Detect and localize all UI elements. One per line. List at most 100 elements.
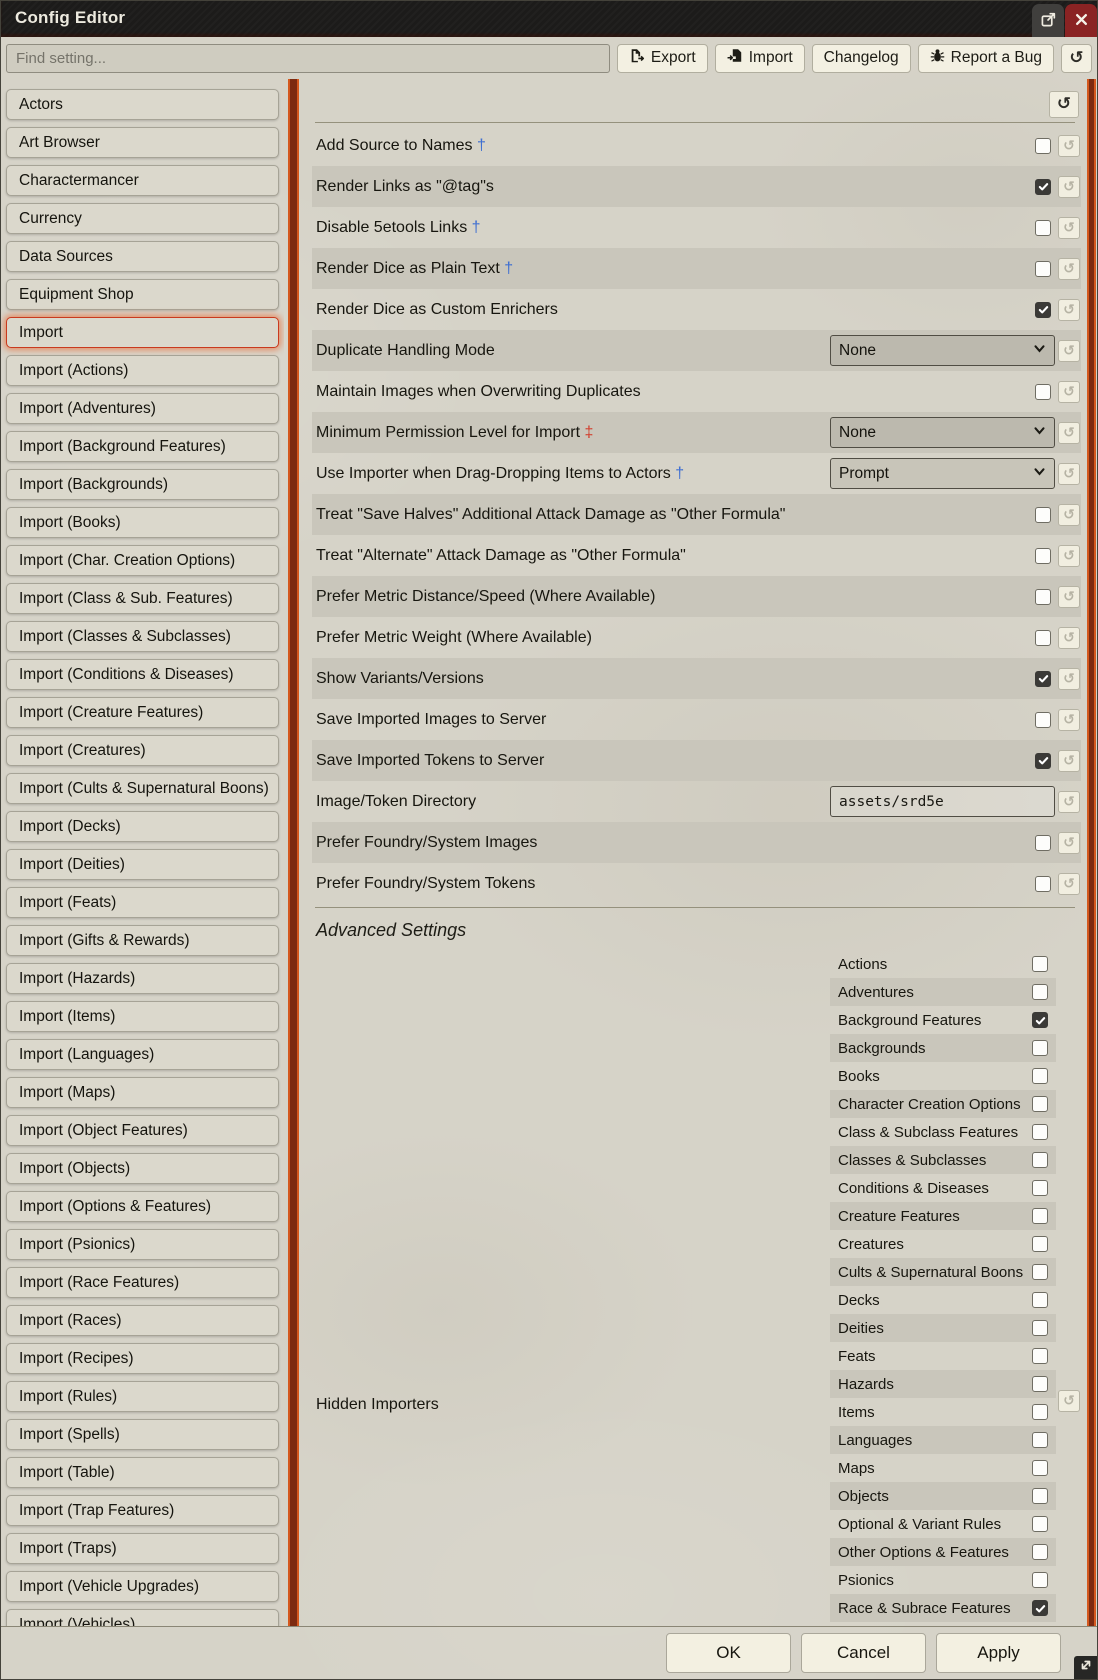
checkbox[interactable]: [1035, 835, 1051, 851]
row-reset-button[interactable]: ↺: [1058, 545, 1080, 567]
row-reset-button[interactable]: ↺: [1058, 381, 1080, 403]
row-reset-button[interactable]: ↺: [1058, 463, 1080, 485]
checkbox[interactable]: [1035, 507, 1051, 523]
checkbox[interactable]: [1032, 1376, 1048, 1392]
row-reset-button[interactable]: ↺: [1058, 258, 1080, 280]
search-input[interactable]: [6, 44, 610, 73]
checkbox[interactable]: [1032, 1264, 1048, 1280]
sidebar-item-import-creatures[interactable]: Import (Creatures): [6, 735, 279, 766]
sidebar-item-import-decks[interactable]: Import (Decks): [6, 811, 279, 842]
checkbox[interactable]: [1035, 138, 1051, 154]
checkbox[interactable]: [1032, 1152, 1048, 1168]
sidebar-item-import-backgrounds[interactable]: Import (Backgrounds): [6, 469, 279, 500]
select-dropdown[interactable]: Prompt: [830, 458, 1055, 489]
checkbox[interactable]: [1032, 1040, 1048, 1056]
sidebar-item-data-sources[interactable]: Data Sources: [6, 241, 279, 272]
checkbox[interactable]: [1032, 1012, 1048, 1028]
sidebar-item-import-conditions-diseases[interactable]: Import (Conditions & Diseases): [6, 659, 279, 690]
sidebar-item-import-class-sub-features[interactable]: Import (Class & Sub. Features): [6, 583, 279, 614]
checkbox[interactable]: [1035, 179, 1051, 195]
sidebar-item-import-vehicles[interactable]: Import (Vehicles): [6, 1609, 279, 1626]
sidebar-item-import-races[interactable]: Import (Races): [6, 1305, 279, 1336]
section-reset-button[interactable]: ↺: [1049, 91, 1079, 118]
checkbox[interactable]: [1032, 1124, 1048, 1140]
checkbox[interactable]: [1032, 1432, 1048, 1448]
row-reset-button[interactable]: ↺: [1058, 709, 1080, 731]
sidebar-item-import-char-creation-options[interactable]: Import (Char. Creation Options): [6, 545, 279, 576]
sidebar-item-import-feats[interactable]: Import (Feats): [6, 887, 279, 918]
checkbox[interactable]: [1032, 1544, 1048, 1560]
row-reset-button[interactable]: ↺: [1058, 176, 1080, 198]
checkbox[interactable]: [1035, 876, 1051, 892]
checkbox[interactable]: [1032, 1208, 1048, 1224]
sidebar-item-import-classes-subclasses[interactable]: Import (Classes & Subclasses): [6, 621, 279, 652]
row-reset-button[interactable]: ↺: [1058, 873, 1080, 895]
row-reset-button[interactable]: ↺: [1058, 422, 1080, 444]
sidebar-item-import-cults-supernatural-boons[interactable]: Import (Cults & Supernatural Boons): [6, 773, 279, 804]
sidebar-item-charactermancer[interactable]: Charactermancer: [6, 165, 279, 196]
checkbox[interactable]: [1032, 1096, 1048, 1112]
sidebar-item-import-languages[interactable]: Import (Languages): [6, 1039, 279, 1070]
sidebar-item-import[interactable]: Import: [6, 317, 279, 348]
sidebar-item-import-trap-features[interactable]: Import (Trap Features): [6, 1495, 279, 1526]
sidebar-item-art-browser[interactable]: Art Browser: [6, 127, 279, 158]
checkbox[interactable]: [1032, 1600, 1048, 1616]
row-reset-button[interactable]: ↺: [1058, 340, 1080, 362]
checkbox[interactable]: [1035, 548, 1051, 564]
sidebar-item-import-creature-features[interactable]: Import (Creature Features): [6, 697, 279, 728]
changelog-button[interactable]: Changelog: [812, 44, 911, 73]
sidebar-item-import-recipes[interactable]: Import (Recipes): [6, 1343, 279, 1374]
checkbox[interactable]: [1032, 956, 1048, 972]
checkbox[interactable]: [1032, 1348, 1048, 1364]
checkbox[interactable]: [1035, 261, 1051, 277]
row-reset-button[interactable]: ↺: [1058, 217, 1080, 239]
titlebar[interactable]: Config Editor: [1, 1, 1097, 37]
checkbox[interactable]: [1032, 1068, 1048, 1084]
resize-handle[interactable]: [1074, 1656, 1097, 1679]
checkbox[interactable]: [1032, 984, 1048, 1000]
sidebar-item-currency[interactable]: Currency: [6, 203, 279, 234]
sidebar-item-import-background-features[interactable]: Import (Background Features): [6, 431, 279, 462]
checkbox[interactable]: [1035, 712, 1051, 728]
sidebar-item-import-items[interactable]: Import (Items): [6, 1001, 279, 1032]
toolbar-reset-button[interactable]: ↺: [1061, 44, 1092, 73]
sidebar-item-import-race-features[interactable]: Import (Race Features): [6, 1267, 279, 1298]
sidebar-item-import-rules[interactable]: Import (Rules): [6, 1381, 279, 1412]
checkbox[interactable]: [1032, 1460, 1048, 1476]
checkbox[interactable]: [1035, 302, 1051, 318]
row-reset-button[interactable]: ↺: [1058, 832, 1080, 854]
sidebar-item-import-psionics[interactable]: Import (Psionics): [6, 1229, 279, 1260]
apply-button[interactable]: Apply: [936, 1633, 1061, 1673]
sidebar-item-import-deities[interactable]: Import (Deities): [6, 849, 279, 880]
checkbox[interactable]: [1032, 1404, 1048, 1420]
sidebar-item-import-hazards[interactable]: Import (Hazards): [6, 963, 279, 994]
checkbox[interactable]: [1035, 671, 1051, 687]
sidebar-item-actors[interactable]: Actors: [6, 89, 279, 120]
row-reset-button[interactable]: ↺: [1058, 135, 1080, 157]
row-reset-button[interactable]: ↺: [1058, 627, 1080, 649]
directory-input[interactable]: [830, 786, 1055, 817]
row-reset-button[interactable]: ↺: [1058, 299, 1080, 321]
ok-button[interactable]: OK: [666, 1633, 791, 1673]
sidebar-item-import-maps[interactable]: Import (Maps): [6, 1077, 279, 1108]
export-button[interactable]: Export: [617, 44, 708, 73]
sidebar-item-import-spells[interactable]: Import (Spells): [6, 1419, 279, 1450]
checkbox[interactable]: [1032, 1236, 1048, 1252]
sidebar-item-import-options-features[interactable]: Import (Options & Features): [6, 1191, 279, 1222]
row-reset-button[interactable]: ↺: [1058, 586, 1080, 608]
checkbox[interactable]: [1035, 630, 1051, 646]
sidebar-item-import-object-features[interactable]: Import (Object Features): [6, 1115, 279, 1146]
row-reset-button[interactable]: ↺: [1058, 504, 1080, 526]
row-reset-button[interactable]: ↺: [1058, 668, 1080, 690]
report-a-bug-button[interactable]: Report a Bug: [918, 44, 1054, 73]
select-dropdown[interactable]: None: [830, 335, 1055, 366]
sidebar-item-equipment-shop[interactable]: Equipment Shop: [6, 279, 279, 310]
checkbox[interactable]: [1032, 1320, 1048, 1336]
row-reset-button[interactable]: ↺: [1058, 750, 1080, 772]
row-reset-button[interactable]: ↺: [1058, 791, 1080, 813]
checkbox[interactable]: [1035, 220, 1051, 236]
checkbox[interactable]: [1035, 384, 1051, 400]
checkbox[interactable]: [1032, 1292, 1048, 1308]
checkbox[interactable]: [1035, 589, 1051, 605]
checkbox[interactable]: [1032, 1180, 1048, 1196]
